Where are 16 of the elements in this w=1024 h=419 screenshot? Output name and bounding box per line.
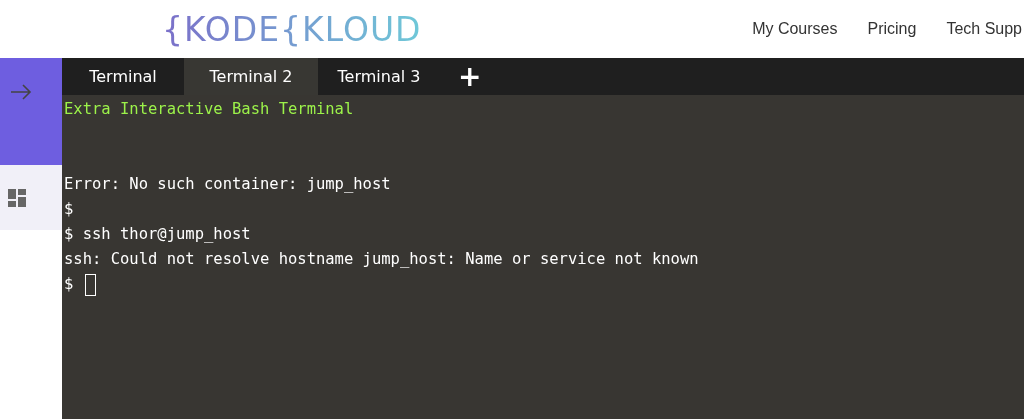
dashboard-button[interactable] xyxy=(0,165,62,230)
terminal-output: Error: No such container: jump_host xyxy=(64,174,391,195)
terminal-prompt: $ xyxy=(64,274,74,295)
nav-link[interactable]: My Courses xyxy=(752,20,838,38)
terminal-tab[interactable]: Terminal 3 xyxy=(318,58,440,95)
terminal-output: $ xyxy=(64,199,74,220)
arrow-icon xyxy=(10,84,32,100)
nav-link[interactable]: Tech Supp xyxy=(946,20,1022,38)
nav-link[interactable]: Pricing xyxy=(867,20,917,38)
add-tab-button[interactable]: + xyxy=(440,58,500,95)
terminal-output: ssh: Could not resolve hostname jump_host: Name or service not known xyxy=(64,249,699,270)
terminal-tab[interactable]: Terminal xyxy=(62,58,184,95)
dashboard-icon xyxy=(8,188,26,207)
terminal-tab[interactable]: Terminal 2 xyxy=(184,58,318,95)
terminal-output: $ ssh thor@jump_host xyxy=(64,224,251,245)
banner-text: Extra Interactive Bash Terminal xyxy=(64,99,354,120)
